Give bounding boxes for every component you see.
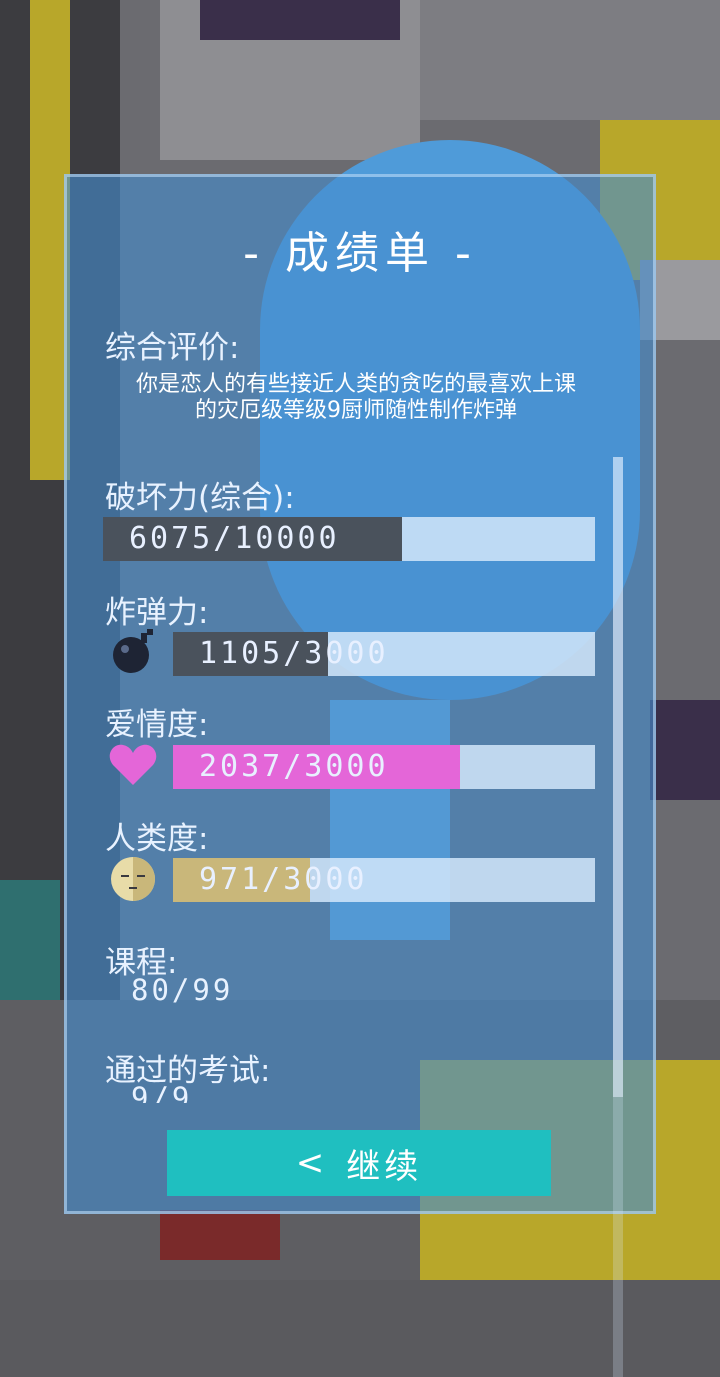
chevron-left-icon: < bbox=[295, 1143, 329, 1183]
bomb-icon bbox=[107, 625, 159, 677]
continue-button-label: 继续 bbox=[346, 1146, 423, 1187]
scrollbar[interactable] bbox=[613, 457, 623, 1377]
overall-evaluation-label: 综合评价: bbox=[105, 330, 240, 366]
continue-button[interactable]: < 继续 bbox=[167, 1130, 551, 1196]
report-card-panel: - 成绩单 - 综合评价: 你是恋人的有些接近人类的贪吃的最喜欢上课的灾厄级等级… bbox=[64, 174, 656, 1377]
half-face-icon bbox=[107, 853, 159, 905]
humanity-value: 971/3000 bbox=[199, 862, 368, 897]
exams-value: 9/9 bbox=[131, 1081, 193, 1103]
report-title: - 成绩单 - bbox=[243, 228, 477, 279]
bomb-power-value: 1105/3000 bbox=[199, 636, 389, 671]
scrollbar-thumb[interactable] bbox=[613, 457, 623, 1097]
love-value: 2037/3000 bbox=[199, 749, 389, 784]
love-label: 爱情度: bbox=[105, 707, 209, 743]
destruction-bar: 6075/10000 bbox=[103, 517, 595, 561]
heart-icon bbox=[107, 739, 159, 791]
love-bar: 2037/3000 bbox=[173, 745, 595, 789]
destruction-value: 6075/10000 bbox=[129, 521, 340, 556]
humanity-label: 人类度: bbox=[105, 821, 209, 857]
destruction-label: 破坏力(综合): bbox=[105, 480, 295, 516]
bomb-power-bar: 1105/3000 bbox=[173, 632, 595, 676]
courses-value: 80/99 bbox=[131, 973, 234, 1007]
humanity-bar: 971/3000 bbox=[173, 858, 595, 902]
overall-evaluation-text: 你是恋人的有些接近人类的贪吃的最喜欢上课的灾厄级等级9厨师随性制作炸弹 bbox=[135, 372, 576, 423]
